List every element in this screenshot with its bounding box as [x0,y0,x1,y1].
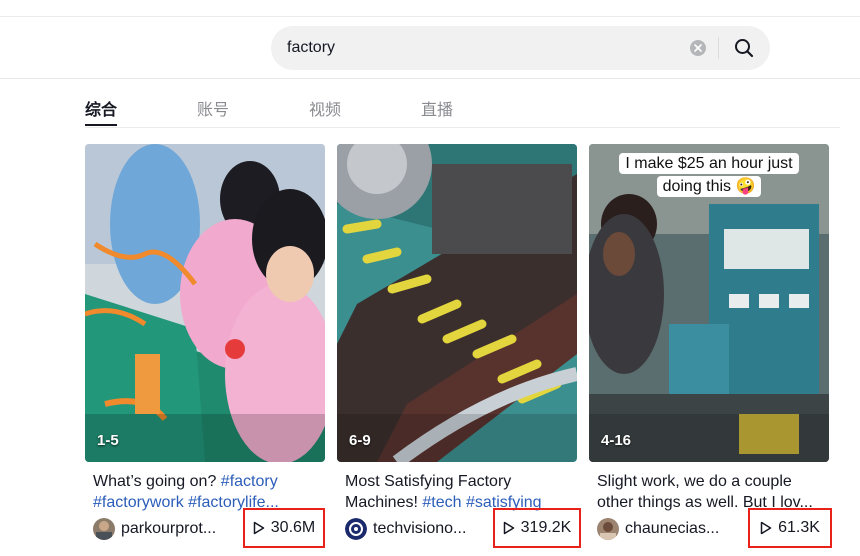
author-name[interactable]: parkourprot... [121,520,243,538]
tabs-divider [85,127,840,128]
search-divider [718,37,719,59]
photo-count-badge: 4-16 [601,432,632,449]
video-thumbnail[interactable] [337,144,577,462]
author-row[interactable]: parkourprot... 30.6M [93,508,325,548]
clear-search-icon[interactable] [690,40,706,56]
search-input[interactable] [287,26,687,70]
video-caption[interactable]: Slight work, we do a couple other things… [597,471,823,513]
caption-text: Slight work, we do a couple other things… [597,473,813,511]
top-divider [0,16,860,17]
author-name[interactable]: techvisiono... [373,520,495,538]
view-count-highlight: 319.2K [493,508,581,548]
video-thumbnail[interactable]: I make $25 an hour just doing this 🤪 [589,144,829,462]
search-bar [271,26,770,70]
view-count: 319.2K [520,519,572,536]
tab-videos[interactable]: 视频 [309,96,341,120]
photo-count-badge: 1-5 [97,432,119,449]
video-card[interactable]: 1-5 What’s going on? #factory #factorywo… [85,144,325,556]
author-row[interactable]: techvisiono... 319.2K [345,508,581,548]
play-icon [760,521,772,535]
avatar[interactable] [345,518,367,540]
author-name[interactable]: chaunecias... [625,520,747,538]
tab-accounts[interactable]: 账号 [197,96,229,120]
video-card[interactable]: 6-9 Most Satisfying Factory Machines! #t… [337,144,581,556]
avatar[interactable] [93,518,115,540]
view-count: 30.6M [270,519,316,536]
view-count-highlight: 30.6M [243,508,325,548]
play-icon [503,521,514,535]
video-caption[interactable]: Most Satisfying Factory Machines! #tech … [345,471,571,513]
tab-general[interactable]: 综合 [85,96,117,120]
video-overlay-text: I make $25 an hour just doing this 🤪 [603,152,815,198]
video-card[interactable]: I make $25 an hour just doing this 🤪 4-1… [589,144,832,556]
video-thumbnail[interactable] [85,144,325,462]
header-divider [0,78,860,79]
view-count-highlight: 61.3K [748,508,832,548]
search-icon [735,39,754,58]
video-caption[interactable]: What’s going on? #factory #factorywork #… [93,471,319,513]
search-button[interactable] [723,26,770,70]
tab-live[interactable]: 直播 [421,96,453,120]
active-tab-indicator [85,124,117,126]
author-row[interactable]: chaunecias... 61.3K [597,508,832,548]
photo-count-badge: 6-9 [349,432,371,449]
caption-text: What’s going on? [93,473,221,490]
play-icon [253,521,265,535]
view-count: 61.3K [778,519,820,536]
avatar[interactable] [597,518,619,540]
